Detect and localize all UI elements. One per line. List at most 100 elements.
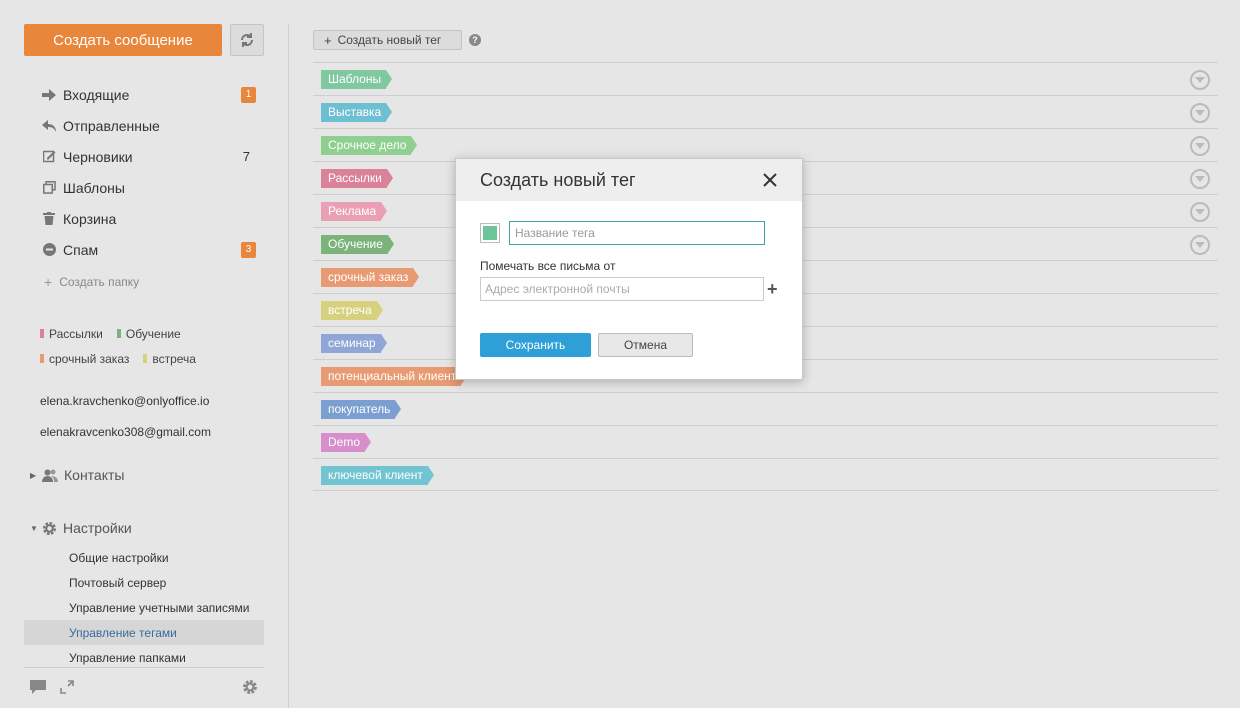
edit-icon <box>42 150 56 164</box>
tag-row: покупатель <box>313 392 1218 425</box>
save-button[interactable]: Сохранить <box>480 333 591 357</box>
account-item[interactable]: elena.kravchenko@onlyoffice.io <box>40 392 211 423</box>
folder-label: Черновики <box>63 148 133 165</box>
tag-row: Demo <box>313 425 1218 458</box>
chevron-down-icon <box>1195 77 1205 83</box>
plus-icon: + <box>44 274 53 290</box>
tag-pill[interactable]: Срочное дело <box>321 136 418 155</box>
gear-icon[interactable] <box>242 679 258 695</box>
tag-row: Шаблоны <box>313 62 1218 95</box>
tag-menu-button[interactable] <box>1190 136 1210 156</box>
sidebar: Создать сообщение Входящие 1 Отправленны… <box>0 0 288 708</box>
chevron-down-icon <box>1195 143 1205 149</box>
contacts-label: Контакты <box>64 467 125 483</box>
chevron-down-icon <box>1195 110 1205 116</box>
tag-legend: Рассылки Обучение срочный заказ встреча <box>40 321 270 371</box>
help-icon[interactable]: ? <box>469 34 481 46</box>
spam-badge: 3 <box>241 241 256 258</box>
refresh-button[interactable] <box>230 24 264 56</box>
tag-pill[interactable]: покупатель <box>321 400 402 419</box>
tag-name-input[interactable] <box>509 221 765 245</box>
chat-icon[interactable] <box>30 680 46 694</box>
folder-list: Входящие 1 Отправленные Черновики 7 Шабл… <box>42 79 264 265</box>
tag-color-marker <box>143 354 148 363</box>
legend-label: срочный заказ <box>49 351 130 366</box>
settings-general[interactable]: Общие настройки <box>24 545 264 570</box>
compose-button[interactable]: Создать сообщение <box>24 24 222 56</box>
folder-label: Входящие <box>63 86 130 103</box>
chevron-down-icon: ▼ <box>30 523 38 533</box>
legend-tag-mailings[interactable]: Рассылки <box>40 327 103 341</box>
legend-tag-urgent-order[interactable]: срочный заказ <box>40 352 129 366</box>
mark-from-label: Помечать все письма от <box>480 259 616 273</box>
settings-label: Настройки <box>63 520 132 536</box>
folder-label: Отправленные <box>63 117 160 134</box>
refresh-icon <box>241 33 253 47</box>
settings-menu: Общие настройки Почтовый сервер Управлен… <box>24 545 264 670</box>
legend-tag-meeting[interactable]: встреча <box>143 352 196 366</box>
tag-menu-button[interactable] <box>1190 202 1210 222</box>
folder-drafts[interactable]: Черновики 7 <box>42 141 264 172</box>
tag-color-marker <box>40 354 44 363</box>
tag-pill[interactable]: семинар <box>321 334 387 353</box>
settings-mail-server[interactable]: Почтовый сервер <box>24 570 264 595</box>
create-tag-dialog: Создать новый тег Помечать все письма от… <box>455 158 803 380</box>
tag-row: ключевой клиент <box>313 458 1218 491</box>
tag-menu-button[interactable] <box>1190 235 1210 255</box>
create-folder-label: Создать папку <box>59 275 140 289</box>
tag-color-marker <box>116 329 121 338</box>
settings-section[interactable]: ▼ Настройки <box>30 520 132 536</box>
account-item[interactable]: elenakravcenko308@gmail.com <box>40 423 211 454</box>
expand-icon[interactable] <box>60 680 74 694</box>
copy-icon <box>42 181 56 195</box>
settings-accounts[interactable]: Управление учетными записями <box>24 595 264 620</box>
email-address-input[interactable] <box>480 277 764 301</box>
close-icon[interactable] <box>762 172 778 188</box>
unread-badge: 1 <box>241 86 256 103</box>
chevron-down-icon <box>1195 242 1205 248</box>
cancel-button[interactable]: Отмена <box>598 333 693 357</box>
tag-pill[interactable]: Обучение <box>321 235 394 254</box>
tag-pill[interactable]: срочный заказ <box>321 268 420 287</box>
folder-inbox[interactable]: Входящие 1 <box>42 79 264 110</box>
sidebar-divider <box>288 24 289 708</box>
tag-pill[interactable]: Рассылки <box>321 169 393 188</box>
legend-tag-training[interactable]: Обучение <box>116 327 181 341</box>
trash-icon <box>42 212 56 226</box>
selected-color-swatch <box>483 226 497 240</box>
tag-pill[interactable]: Шаблоны <box>321 70 393 89</box>
tag-row: Срочное дело <box>313 128 1218 161</box>
tag-row: Выставка <box>313 95 1218 128</box>
account-list: elena.kravchenko@onlyoffice.io elenakrav… <box>40 392 211 454</box>
folder-templates[interactable]: Шаблоны <box>42 172 264 203</box>
add-email-icon[interactable]: + <box>767 280 778 298</box>
tag-pill[interactable]: потенциальный клиент <box>321 367 468 386</box>
tag-menu-button[interactable] <box>1190 70 1210 90</box>
tag-pill[interactable]: Выставка <box>321 103 393 122</box>
tag-pill[interactable]: Demo <box>321 433 372 452</box>
draft-count: 7 <box>242 149 250 164</box>
people-icon <box>42 469 58 482</box>
tag-pill[interactable]: ключевой клиент <box>321 465 434 485</box>
legend-label: встреча <box>152 351 196 366</box>
folder-spam[interactable]: Спам 3 <box>42 234 264 265</box>
folder-label: Спам <box>63 241 99 258</box>
settings-tags[interactable]: Управление тегами <box>24 620 264 645</box>
tag-color-picker[interactable] <box>480 223 500 243</box>
divider <box>24 667 264 668</box>
tag-pill[interactable]: встреча <box>321 301 383 320</box>
block-icon <box>42 243 56 257</box>
contacts-section[interactable]: ▶ Контакты <box>30 467 124 483</box>
create-folder-link[interactable]: + Создать папку <box>44 274 139 290</box>
tag-menu-button[interactable] <box>1190 103 1210 123</box>
chevron-right-icon: ▶ <box>30 470 37 480</box>
folder-trash[interactable]: Корзина <box>42 203 264 234</box>
tag-pill[interactable]: Реклама <box>321 202 388 221</box>
reply-icon <box>42 119 56 133</box>
create-tag-button[interactable]: + Создать новый тег <box>313 30 462 50</box>
tag-menu-button[interactable] <box>1190 169 1210 189</box>
folder-sent[interactable]: Отправленные <box>42 110 264 141</box>
tag-color-marker <box>40 329 44 338</box>
dialog-header: Создать новый тег <box>456 159 802 201</box>
sidebar-footer <box>30 678 260 696</box>
